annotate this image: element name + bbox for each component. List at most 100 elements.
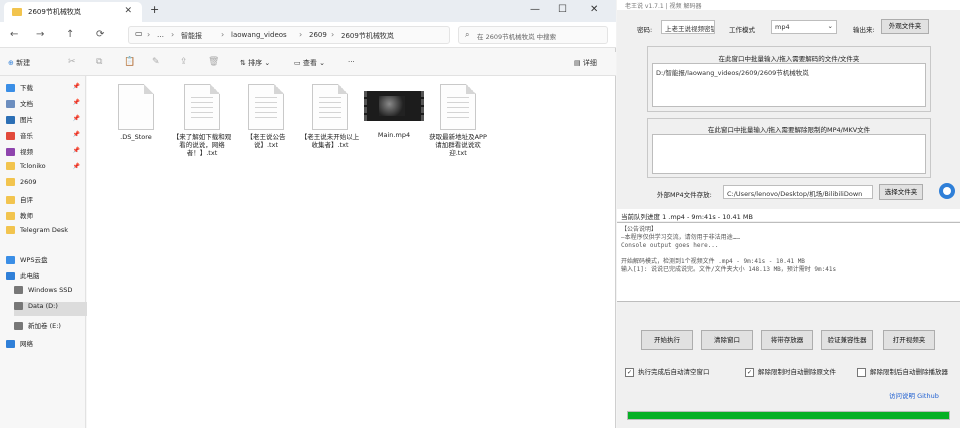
choose-folder-button[interactable]: 选择文件夹: [879, 184, 923, 200]
pin-icon: 📌: [72, 99, 80, 106]
refresh-icon[interactable]: ⟳: [96, 29, 104, 40]
sidebar-item[interactable]: 视频 📌: [6, 146, 84, 160]
option-checkbox[interactable]: ✓ 执行完成后自动清空窗口: [625, 366, 710, 377]
sort-button[interactable]: ⇅ 排序 ⌄: [240, 58, 270, 68]
password-input[interactable]: 上老王说视频密钥: [661, 20, 715, 34]
location-icon: [14, 322, 23, 330]
sidebar-item[interactable]: Tcloniko 📌: [6, 162, 84, 176]
minimize-button[interactable]: —: [530, 4, 540, 15]
unlock-path-textarea[interactable]: [652, 134, 926, 174]
sidebar-item-label: Data (D:): [28, 302, 58, 310]
sidebar-item[interactable]: WPS云盘: [6, 254, 84, 268]
console-output[interactable]: 【公告说明】 —本程序仅供学习交流，请勿用于非法用途…… Console outpu…: [617, 222, 960, 302]
breadcrumb-item[interactable]: laowang_videos: [231, 31, 287, 39]
sidebar-item[interactable]: 下载 📌: [6, 82, 84, 96]
checkbox-label: 解除限制后自动删除播放器: [870, 368, 948, 376]
file-item[interactable]: Main.mp4: [363, 84, 425, 139]
copy-icon[interactable]: ⧉: [96, 57, 102, 67]
file-item[interactable]: 【老王说未开始以上收集者】.txt: [299, 84, 361, 149]
details-button[interactable]: ▤ 详细: [574, 58, 597, 68]
breadcrumb[interactable]: ▭ › … › 智能报 › laowang_videos › 2609 › 26…: [128, 26, 450, 44]
console-line: 输入[1]: 说说已完成说完。文件/文件夹大小 148.13 MB，预计需时 9…: [621, 266, 837, 273]
outdir-input[interactable]: C:/Users/lenovo/Desktop/机场/BilibiliDown: [723, 185, 873, 199]
breadcrumb-more[interactable]: …: [157, 31, 164, 39]
search-input[interactable]: ⌕ 在 2609节机械牧岚 中搜索: [458, 26, 608, 44]
sidebar-item[interactable]: 音乐 📌: [6, 130, 84, 144]
clear-window-button[interactable]: 清除窗口: [701, 330, 753, 350]
text-file-icon: [248, 84, 284, 130]
status-line: 当前队列进度 1 .mp4 - 9m:41s - 10.41 MB: [621, 213, 753, 221]
window-title: 老王说 v1.7.1 | 视频 解码器: [625, 3, 702, 10]
location-icon: [6, 272, 15, 280]
checkbox-label: 执行完成后自动清空窗口: [638, 368, 710, 376]
video-thumbnail: [364, 91, 424, 121]
more-button[interactable]: ···: [348, 58, 355, 66]
player-button[interactable]: 将带存放器: [761, 330, 813, 350]
file-name: 【老王说公告说】.txt: [246, 133, 286, 149]
back-arrow-icon[interactable]: ←: [10, 29, 18, 40]
sidebar-item[interactable]: Data (D:): [14, 302, 92, 316]
help-icon[interactable]: [939, 183, 955, 199]
search-icon: ⌕: [465, 30, 470, 39]
tab-current-folder[interactable]: 2609节机械牧岚 ✕: [4, 2, 142, 22]
decode-input-panel: 在此窗口中批量输入/拖入需要解码的文件/文件夹 D:/智能报/laowang_v…: [647, 46, 931, 112]
breadcrumb-item[interactable]: 2609节机械牧岚: [341, 31, 394, 41]
sidebar-item[interactable]: 网络: [6, 338, 84, 352]
maximize-button[interactable]: ☐: [558, 4, 567, 15]
breadcrumb-item[interactable]: 2609: [309, 31, 327, 39]
close-window-button[interactable]: ✕: [590, 4, 598, 15]
forward-arrow-icon[interactable]: →: [36, 29, 44, 40]
decode-panel-title: 在此窗口中批量输入/拖入需要解码的文件/文件夹: [718, 55, 860, 63]
delete-icon[interactable]: 🗑: [208, 57, 219, 67]
start-button[interactable]: 开始执行: [641, 330, 693, 350]
decode-path-textarea[interactable]: D:/智能报/laowang_videos/2609/2609节机械牧岚: [652, 63, 926, 107]
output-label: 输出来:: [853, 26, 875, 34]
file-explorer-window: 2609节机械牧岚 ✕ + — ☐ ✕ ← → ↑ ⟳ ▭ › … › 智能报 …: [0, 0, 616, 428]
file-item[interactable]: 【老王说公告说】.txt: [235, 84, 297, 149]
new-tab-button[interactable]: +: [150, 3, 159, 16]
sidebar-item[interactable]: Windows SSD: [14, 286, 92, 300]
up-arrow-icon[interactable]: ↑: [66, 29, 74, 40]
open-output-folder-button[interactable]: 外观文件夹: [881, 19, 929, 34]
file-item[interactable]: .DS_Store: [105, 84, 167, 141]
sidebar-item-label: 新加卷 (E:): [28, 322, 61, 330]
pin-icon: 📌: [72, 115, 80, 122]
rename-icon[interactable]: ✎: [152, 57, 160, 67]
paste-icon[interactable]: 📋: [124, 57, 135, 67]
sidebar-item[interactable]: 文档 📌: [6, 98, 84, 112]
sidebar-item-label: 教师: [20, 212, 33, 220]
option-checkbox[interactable]: 解除限制后自动删除播放器: [857, 366, 948, 377]
checkbox-icon: ✓: [625, 367, 634, 377]
close-tab-icon[interactable]: ✕: [124, 6, 132, 16]
text-file-icon: [312, 84, 348, 130]
sidebar-item[interactable]: 教师: [6, 210, 84, 224]
sidebar-item-label: 文档: [20, 100, 33, 108]
mode-select[interactable]: mp4 ⌄: [771, 20, 837, 34]
file-item[interactable]: 【来了解如下载和观看的说说，网络者！】.txt: [171, 84, 233, 157]
sidebar-item-label: 音乐: [20, 132, 33, 140]
progress-fill: [628, 412, 949, 419]
sidebar-item[interactable]: 图片 📌: [6, 114, 84, 128]
text-file-icon: [440, 84, 476, 130]
view-button[interactable]: ▭ 查看 ⌄: [294, 58, 325, 68]
command-bar: ⊕ 新建 ✂ ⧉ 📋 ✎ ⇪ 🗑 ⇅ 排序 ⌄ ▭ 查看 ⌄ ··· ▤ 详细: [0, 52, 616, 76]
sidebar-item[interactable]: 自评: [6, 194, 84, 208]
option-checkbox[interactable]: ✓ 解除限制时自动删除原文件: [745, 366, 836, 377]
cut-icon[interactable]: ✂: [68, 57, 76, 67]
file-item[interactable]: 获取最新地址及APP请加群看说说欢迎.txt: [427, 84, 489, 157]
check-compat-button[interactable]: 验证兼容性器: [821, 330, 873, 350]
share-icon[interactable]: ⇪: [180, 57, 188, 67]
github-link[interactable]: 访问说明 Github: [889, 390, 939, 400]
sidebar-item[interactable]: 2609: [6, 178, 84, 192]
sidebar-item[interactable]: 新加卷 (E:): [14, 320, 92, 334]
location-icon: [6, 116, 15, 124]
sidebar-item[interactable]: 此电脑: [6, 270, 84, 284]
open-video-folder-button[interactable]: 打开视频夹: [883, 330, 935, 350]
breadcrumb-item[interactable]: 智能报: [181, 31, 202, 41]
unlock-panel-title: 在此窗口中批量输入/拖入需要解除限制的MP4/MKV文件: [707, 126, 871, 134]
folder-icon: [6, 162, 15, 170]
new-button[interactable]: ⊕ 新建: [8, 58, 30, 68]
sidebar-item[interactable]: Telegram Desk: [6, 226, 84, 240]
location-icon: [6, 340, 15, 348]
tool-title-bar: 老王说 v1.7.1 | 视频 解码器: [617, 0, 960, 10]
